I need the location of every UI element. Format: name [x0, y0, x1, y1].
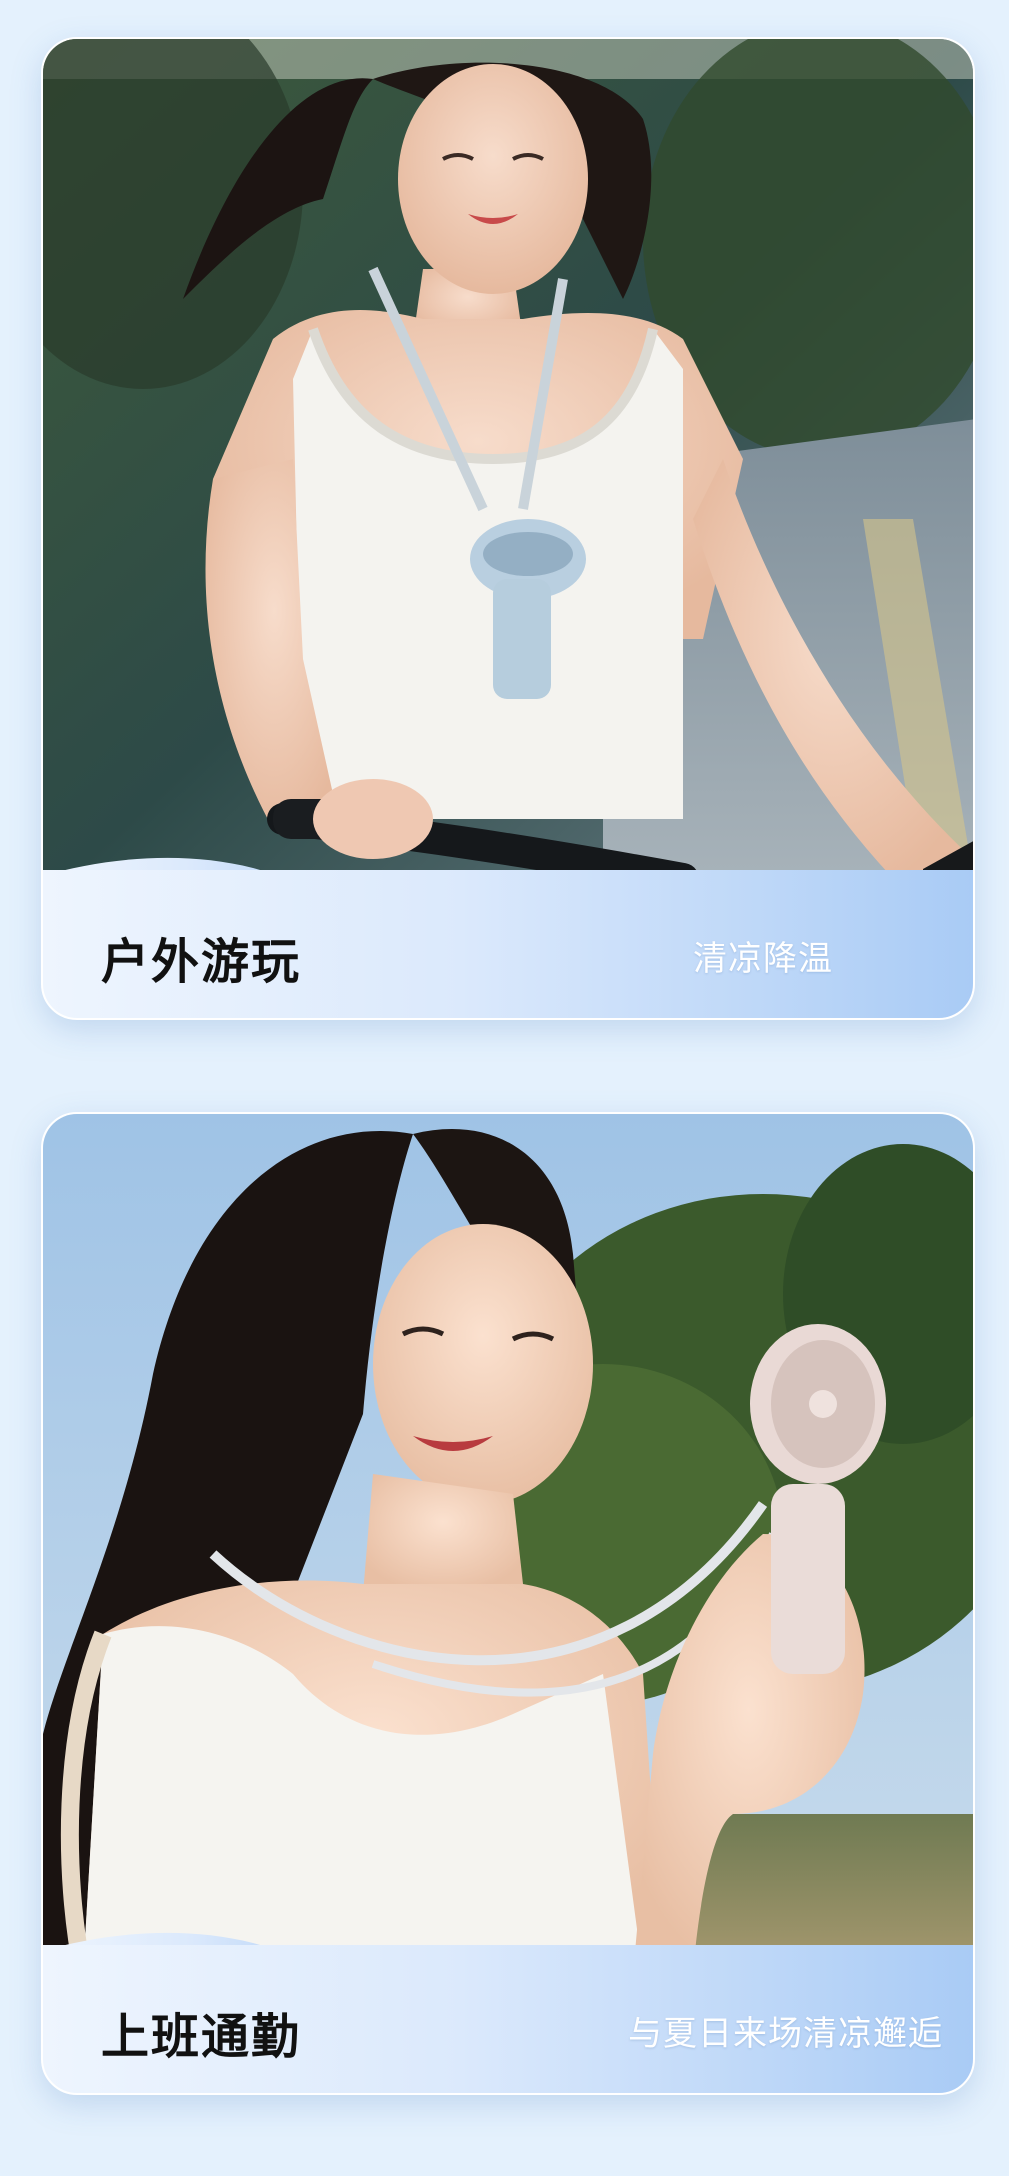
- scene-card-outdoor: 户外游玩 清凉降温: [41, 37, 975, 1020]
- photo-commute-illustration: [43, 1114, 973, 1974]
- scene-title: 户外游玩: [101, 934, 302, 990]
- scene-subtitle: 清凉降温: [693, 939, 833, 979]
- photo-commute-handheld-fan: [43, 1114, 973, 1974]
- scene-card-commute: 上班通勤 与夏日来场清凉邂逅: [41, 1112, 975, 2095]
- scene-subtitle: 与夏日来场清凉邂逅: [628, 2014, 943, 2054]
- caption-band: 户外游玩 清凉降温: [43, 870, 973, 1018]
- caption-band: 上班通勤 与夏日来场清凉邂逅: [43, 1945, 973, 2093]
- photo-outdoor-cycling: [43, 39, 973, 899]
- scene-title: 上班通勤: [101, 2009, 302, 2065]
- photo-outdoor-illustration: [43, 39, 973, 899]
